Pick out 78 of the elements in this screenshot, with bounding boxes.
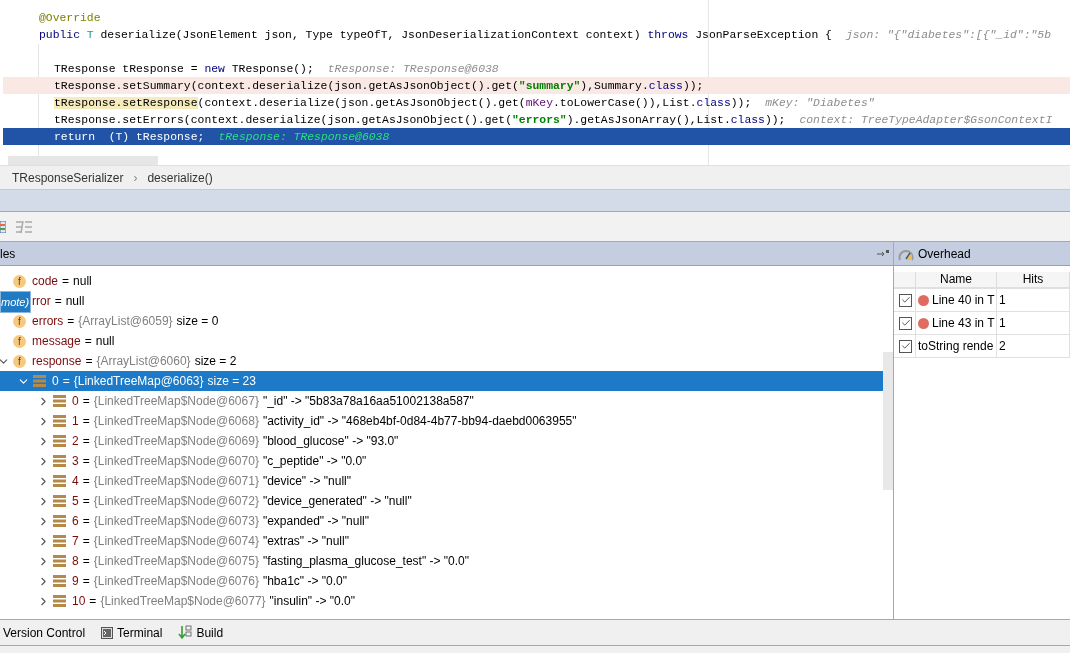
checkbox[interactable] xyxy=(899,316,912,330)
field-icon: f xyxy=(13,274,26,288)
variable-label[interactable]: 0 = {LinkedTreeMap@6063} size = 23 xyxy=(52,374,256,388)
build-icon xyxy=(178,624,193,641)
frames-icon[interactable] xyxy=(0,220,6,233)
column-header[interactable]: Name xyxy=(916,272,997,288)
table-cell: Line 43 in T xyxy=(932,316,995,330)
variable-label[interactable]: 6 = {LinkedTreeMap$Node@6073} "expanded" -> "null" xyxy=(72,514,369,528)
entry-icon xyxy=(53,595,66,607)
inline-hint: mKey: "Diabetes" xyxy=(765,96,875,109)
code-text: tResponse.setSummary(context.deserialize(json.getAsJsonObject().get("summary"),Summary.class)); xyxy=(53,79,704,92)
inline-hint: context: TreeTypeAdapter$GsonContextI xyxy=(799,113,1053,126)
terminal-icon xyxy=(101,626,114,639)
variable-label[interactable]: code = null xyxy=(32,274,92,288)
table-cell: 1 xyxy=(999,293,1006,307)
variable-label[interactable]: rror = null xyxy=(32,294,85,308)
tooltip: mote) xyxy=(0,291,32,313)
entry-icon xyxy=(53,475,66,487)
code-text: @Override xyxy=(39,11,101,24)
scrollbar-thumb[interactable] xyxy=(883,352,893,490)
code-text: public T deserialize(JsonElement json, Type typeOfT, JsonDeserializationContext context) throws JsonParseException { xyxy=(39,28,832,41)
code-text: TResponse tResponse = new TResponse(); xyxy=(53,62,314,75)
check-icon xyxy=(900,295,911,305)
breakpoint-icon xyxy=(918,317,929,329)
variable-label[interactable]: message = null xyxy=(32,334,115,348)
table-cell: toString rende xyxy=(918,339,994,353)
tool-window-tab[interactable]: Build xyxy=(196,625,224,640)
field-icon: f xyxy=(13,354,26,368)
field-icon: f xyxy=(13,334,26,348)
entry-icon xyxy=(53,515,66,527)
variable-label[interactable]: 4 = {LinkedTreeMap$Node@6071} "device" -> "null" xyxy=(72,474,351,488)
inline-hint: tResponse: TResponse@6038 xyxy=(327,62,499,75)
table-cell: 2 xyxy=(999,339,1006,353)
entry-icon xyxy=(53,555,66,567)
variable-label[interactable]: 0 = {LinkedTreeMap$Node@6067} "_id" -> "5b83a78a16aa51002138a587" xyxy=(72,394,474,408)
column-header[interactable]: Hits xyxy=(997,272,1070,288)
entry-icon xyxy=(53,435,66,447)
table-cell: 1 xyxy=(999,316,1006,330)
entry-icon xyxy=(53,415,66,427)
variable-label[interactable]: 7 = {LinkedTreeMap$Node@6074} "extras" -> "null" xyxy=(72,534,349,548)
variable-label[interactable]: 9 = {LinkedTreeMap$Node@6076} "hba1c" -> "0.0" xyxy=(72,574,347,588)
checkbox[interactable] xyxy=(899,293,912,307)
breadcrumb-item[interactable]: TResponseSerializer xyxy=(12,170,124,185)
tool-window-tab[interactable]: Version Control xyxy=(3,625,86,640)
variable-label[interactable]: 8 = {LinkedTreeMap$Node@6075} "fasting_plasma_glucose_test" -> "0.0" xyxy=(72,554,470,568)
inline-hint: tResponse: TResponse@6038 xyxy=(218,130,390,143)
variable-label[interactable]: response = {ArrayList@6060} size = 2 xyxy=(32,354,237,368)
check-icon xyxy=(900,341,911,351)
panel-title: Overhead xyxy=(918,246,971,261)
pin-icon[interactable] xyxy=(877,249,889,258)
variable-label[interactable]: 10 = {LinkedTreeMap$Node@6077} "insulin" -> "0.0" xyxy=(72,594,355,608)
breadcrumb-separator: › xyxy=(133,170,138,185)
code-text: return (T) tResponse; xyxy=(53,130,205,143)
scrollbar[interactable] xyxy=(8,156,158,165)
table-cell: Line 40 in T xyxy=(932,293,995,307)
variable-label[interactable]: 2 = {LinkedTreeMap$Node@6069} "blood_glucose" -> "93.0" xyxy=(72,434,399,448)
variable-label[interactable]: 5 = {LinkedTreeMap$Node@6072} "device_generated" -> "null" xyxy=(72,494,412,508)
entry-icon xyxy=(53,495,66,507)
breadcrumb-item[interactable]: deserialize() xyxy=(147,170,213,185)
code-text: tResponse.setErrors(context.deserialize(json.getAsJsonObject().get("errors").getAsJsonArray(),List.class)); xyxy=(53,113,786,126)
field-icon: f xyxy=(13,314,26,328)
checkbox[interactable] xyxy=(899,339,912,353)
variable-label[interactable]: errors = {ArrayList@6059} size = 0 xyxy=(32,314,219,328)
entry-icon xyxy=(33,375,46,387)
tool-window-tab[interactable]: Terminal xyxy=(117,625,163,640)
code-editor[interactable] xyxy=(0,0,1070,165)
selected-row[interactable]: 0 = {LinkedTreeMap@6063} size = 23 xyxy=(0,371,883,391)
panel-title: les xyxy=(0,246,16,261)
entry-icon xyxy=(53,575,66,587)
entry-icon xyxy=(53,455,66,467)
check-icon xyxy=(900,318,911,328)
variable-label[interactable]: 1 = {LinkedTreeMap$Node@6068} "activity_id" -> "468eb4bf-0d84-4b77-bb94-daebd0063955" xyxy=(72,414,577,428)
variable-label[interactable]: 3 = {LinkedTreeMap$Node@6070} "c_peptide" -> "0.0" xyxy=(72,454,367,468)
breakpoint-icon xyxy=(918,294,929,306)
entry-icon xyxy=(53,535,66,547)
code-text: tResponse.setResponse(context.deserialize(json.getAsJsonObject().get(mKey.toLowerCase()),List.class)); xyxy=(53,96,752,109)
inline-hint: json: "{"diabetes":[{"_id":"5b xyxy=(845,28,1051,41)
entry-icon xyxy=(53,395,66,407)
